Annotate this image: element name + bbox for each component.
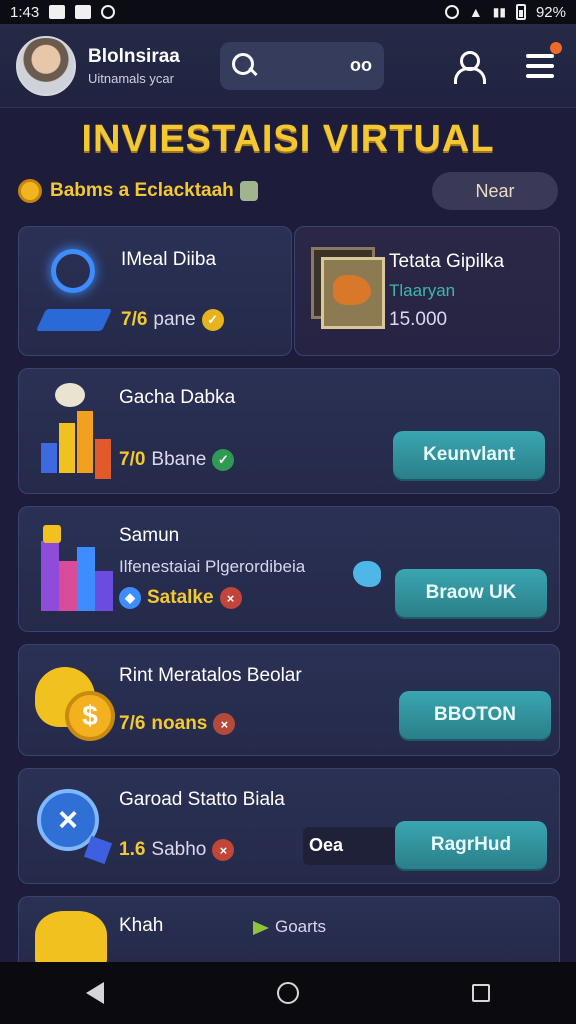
- search-icon: [232, 52, 258, 79]
- item-action-button[interactable]: BBOTON: [399, 691, 551, 739]
- battery-icon: [515, 4, 526, 20]
- system-nav-bar: [0, 962, 576, 1024]
- investment-item: Samun Ilfenestaiai Plgerordibeia ◆ Satal…: [18, 506, 560, 632]
- card-value: 7/0 Bbane ✓: [119, 449, 235, 471]
- near-filter-button[interactable]: Near: [432, 172, 558, 210]
- jar-icon: [239, 181, 258, 201]
- magnifier-chip-icon: [35, 245, 117, 335]
- card-value: ◆ Satalke ×: [119, 587, 242, 609]
- card-value: 15.000: [389, 309, 447, 331]
- card-value: 7/6 pane ✓: [121, 309, 224, 331]
- cancel-cube-icon: ×: [37, 789, 127, 873]
- back-icon[interactable]: [86, 982, 105, 1004]
- investment-item: Khah Goarts: [18, 896, 560, 962]
- value-number: 15.000: [389, 309, 448, 330]
- balance-label: Babms a Eclacktaah: [50, 180, 234, 201]
- recent-apps-icon[interactable]: [471, 984, 490, 1002]
- balance-bar: Babms a Eclacktaah Near: [18, 172, 558, 210]
- close-badge-icon: ×: [219, 587, 242, 609]
- status-time: 1:43: [10, 3, 40, 21]
- value-label: pane: [153, 309, 196, 330]
- bar-chart-icon: [39, 383, 129, 483]
- card-title: Khah: [119, 915, 164, 936]
- card-title: Garoad Statto Biala: [119, 789, 285, 810]
- item-action-button[interactable]: RagrHud: [395, 821, 547, 869]
- card-subtitle: Tlaaryan: [389, 281, 456, 300]
- investment-item: × Garoad Statto Biala 1.6 Sabho × Oea Ra…: [18, 768, 560, 884]
- value-label: Satalke: [147, 587, 214, 608]
- value-label: noans: [151, 713, 208, 734]
- user-name: Blolnsiraa: [88, 45, 180, 67]
- card-title: Samun: [119, 525, 180, 546]
- investment-item: Gacha Dabka 7/0 Bbane ✓ Keunvlant: [18, 368, 560, 494]
- item-action-button[interactable]: Keunvlant: [393, 431, 545, 479]
- notification-dot: [550, 41, 562, 54]
- growth-chart-icon: [37, 521, 127, 621]
- map-frame-icon: [311, 247, 385, 329]
- item-action-button[interactable]: Braow UK: [395, 569, 547, 617]
- card-tag: Goarts: [275, 917, 327, 936]
- investment-item: $ Rint Meratalos Beolar 7/6 noans × BBOT…: [18, 644, 560, 756]
- status-bar: 1:43 ▲ ▮▮ 92%: [0, 0, 576, 24]
- coin-badge-icon: ✓: [201, 309, 224, 331]
- card-subtitle: Ilfenestaiai Plgerordibeia: [119, 557, 306, 576]
- coin-icon: [18, 179, 42, 203]
- sync-icon: [101, 5, 116, 19]
- value-number: 7/6: [121, 309, 148, 330]
- gold-coin-icon: $: [35, 661, 131, 745]
- wifi-icon: ▲: [468, 4, 483, 20]
- check-badge-icon: ✓: [212, 449, 235, 471]
- value-number: 7/6: [119, 713, 146, 734]
- card-title: Tetata Gipilka: [389, 251, 505, 272]
- value-label: Sabho: [151, 839, 207, 860]
- card-mini-left[interactable]: IMeal Diiba 7/6 pane ✓: [18, 226, 292, 356]
- shield-badge-icon: ◆: [119, 587, 141, 609]
- home-notification-icon: [75, 5, 92, 19]
- value-number: 1.6: [119, 839, 146, 860]
- home-icon[interactable]: [276, 982, 299, 1004]
- value-number: 7/0: [119, 449, 146, 470]
- signal-icon: ▮▮: [492, 5, 506, 19]
- search-hint: oo: [350, 55, 372, 75]
- search-input[interactable]: oo: [220, 41, 384, 90]
- profile-icon[interactable]: [452, 50, 486, 84]
- avatar[interactable]: [16, 35, 76, 96]
- value-label: Bbane: [151, 449, 207, 470]
- user-subtitle: Uitnamals ycar: [88, 70, 174, 86]
- app-header: Blolnsiraa Uitnamals ycar oo: [0, 24, 576, 108]
- card-mini-right[interactable]: Tetata Gipilka Tlaaryan 15.000: [294, 226, 560, 356]
- alarm-icon: [444, 5, 459, 19]
- user-info: Blolnsiraa Uitnamals ycar: [88, 46, 208, 86]
- aux-field: Oea: [303, 827, 397, 865]
- gold-helmet-icon: [35, 911, 107, 962]
- notification-icon: [49, 5, 66, 19]
- close-badge-icon: ×: [212, 839, 235, 861]
- menu-icon[interactable]: [526, 41, 562, 78]
- close-badge-icon: ×: [213, 713, 236, 735]
- card-title: Rint Meratalos Beolar: [119, 665, 302, 686]
- card-value: 1.6 Sabho ×: [119, 839, 235, 861]
- bird-icon: [353, 561, 381, 587]
- card-value: 7/6 noans ×: [119, 713, 236, 735]
- tag-icon: [253, 921, 269, 935]
- card-title: IMeal Diiba: [121, 249, 217, 270]
- card-title: Gacha Dabka: [119, 387, 236, 408]
- page-title: INVIESTAISI VIRTUAL: [81, 118, 495, 160]
- battery-percent: 92%: [535, 3, 566, 21]
